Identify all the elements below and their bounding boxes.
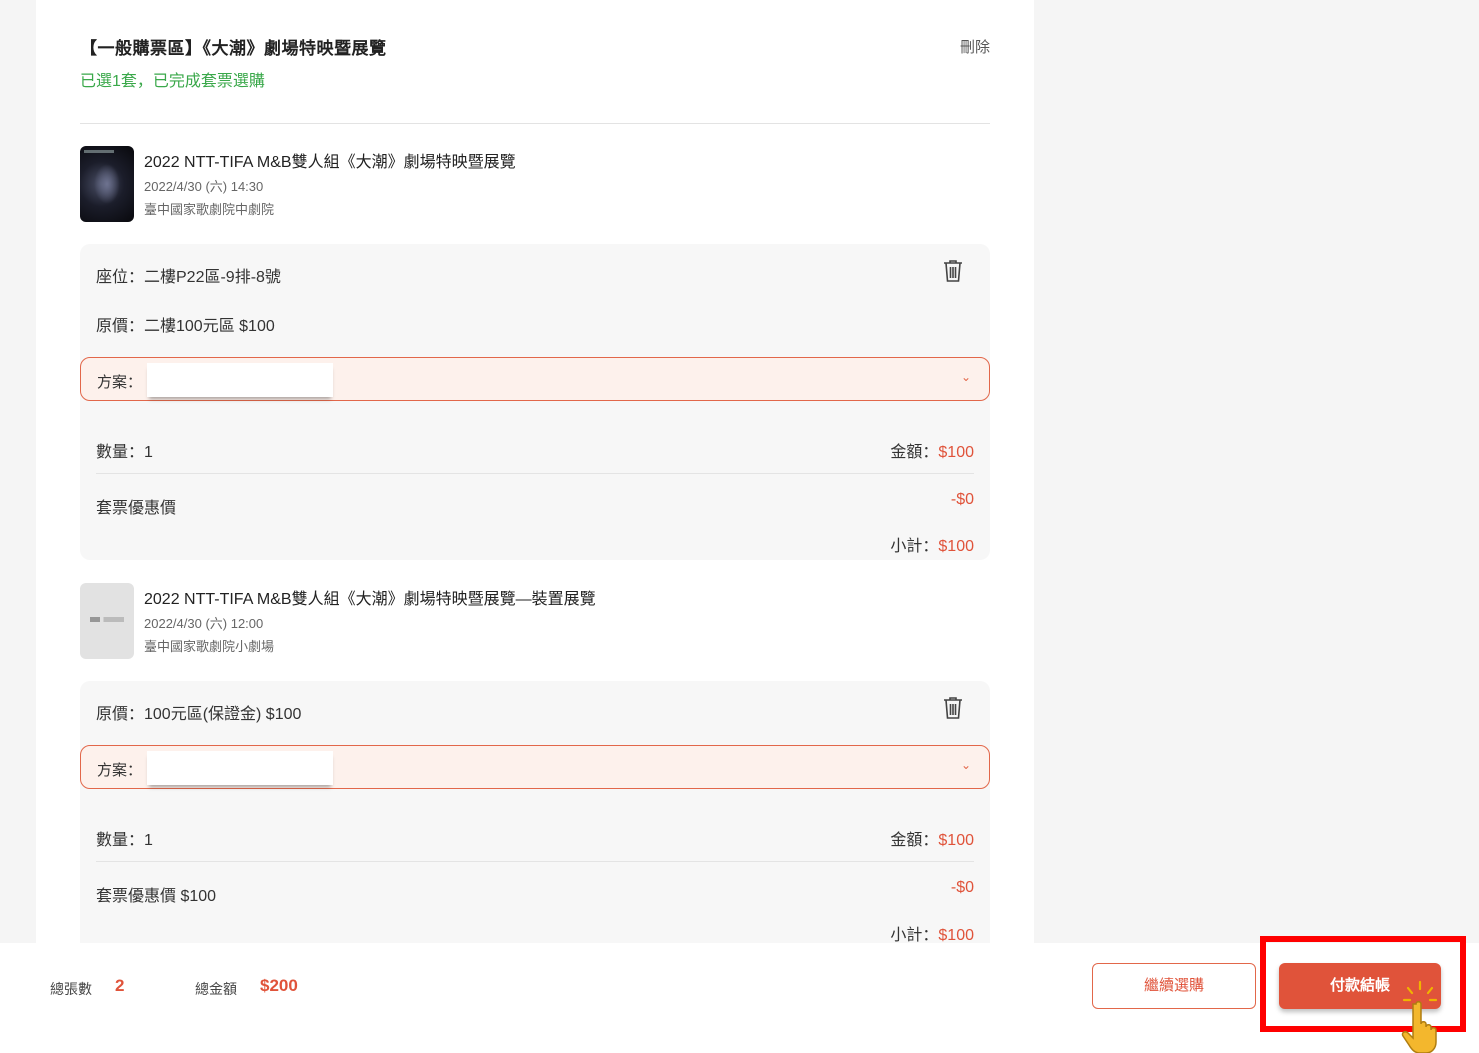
trash-icon[interactable]	[942, 259, 964, 283]
subtotal-value: $100	[938, 538, 974, 555]
event-date: 2022/4/30 (六) 12:00	[144, 616, 264, 631]
subtotal-label: 小計：	[890, 927, 939, 943]
chevron-down-icon: ⌄	[960, 758, 971, 772]
package-header: 【一般購票區】《大潮》劇場特映暨展覽 已選1套，已完成套票選購 刪除	[80, 34, 990, 91]
event-info: 2022 NTT-TIFA M&B雙人組《大潮》劇場特映暨展覽 2022/4/3…	[80, 146, 990, 226]
subtotal-value: $100	[938, 927, 974, 943]
plan-select[interactable]: 方案： ⌄	[80, 745, 990, 789]
divider	[96, 861, 974, 862]
continue-shopping-button[interactable]: 繼續選購	[1092, 963, 1256, 1009]
amount-value: $100	[938, 444, 974, 461]
discount-label: 套票優惠價 $100	[96, 888, 217, 905]
plan-label: 方案：	[97, 762, 143, 779]
subtotal: 小計：$100	[890, 921, 974, 943]
checkout-bar: 總張數 2 總金額 $200 繼續選購 付款結帳	[0, 943, 1479, 1053]
original-price: 原價：100元區(保證金) $100	[96, 706, 302, 723]
event-title: 2022 NTT-TIFA M&B雙人組《大潮》劇場特映暨展覽—裝置展覽	[144, 591, 596, 608]
seat-info: 座位：二樓P22區-9排-8號	[96, 269, 281, 286]
amount-value: $100	[938, 832, 974, 849]
divider	[80, 123, 990, 124]
amount-label: 金額：	[890, 444, 939, 461]
amount: 金額：$100	[890, 826, 974, 850]
plan-value	[147, 363, 333, 397]
subtotal: 小計：$100	[890, 532, 974, 556]
event-poster-image	[80, 583, 134, 659]
divider	[96, 473, 974, 474]
subtotal-label: 小計：	[890, 538, 939, 555]
total-count-value: 2	[115, 976, 125, 995]
plan-value	[147, 751, 333, 785]
plan-label: 方案：	[97, 374, 143, 391]
amount: 金額：$100	[890, 438, 974, 462]
event-venue: 臺中國家歌劇院小劇場	[144, 639, 275, 654]
ticket-detail: 原價：100元區(保證金) $100 方案： ⌄ 數量：1 金額：$100 套票…	[80, 681, 990, 943]
ticket-detail: 座位：二樓P22區-9排-8號 原價：二樓100元區 $100 方案： ⌄ 數量…	[80, 244, 990, 560]
package-status: 已選1套，已完成套票選購	[80, 73, 265, 90]
original-price: 原價：二樓100元區 $100	[96, 318, 275, 335]
discount-value: -$0	[950, 879, 974, 896]
amount-label: 金額：	[890, 832, 939, 849]
event-venue: 臺中國家歌劇院中劇院	[144, 202, 275, 217]
event-title: 2022 NTT-TIFA M&B雙人組《大潮》劇場特映暨展覽	[144, 154, 516, 171]
event-poster-image	[80, 146, 134, 222]
quantity: 數量：1	[96, 832, 153, 849]
quantity: 數量：1	[96, 444, 153, 461]
chevron-down-icon: ⌄	[960, 370, 971, 384]
total-amount-value: $200	[260, 976, 298, 995]
cart-card: 【一般購票區】《大潮》劇場特映暨展覽 已選1套，已完成套票選購 刪除 2022 …	[36, 0, 1034, 943]
trash-icon[interactable]	[942, 696, 964, 720]
plan-select[interactable]: 方案： ⌄	[80, 357, 990, 401]
discount-value: -$0	[950, 491, 974, 508]
total-amount-label: 總金額	[195, 981, 237, 997]
discount-label: 套票優惠價	[96, 500, 177, 517]
pointer-hand-icon	[1401, 980, 1438, 1053]
package-title: 【一般購票區】《大潮》劇場特映暨展覽	[80, 39, 387, 58]
event-date: 2022/4/30 (六) 14:30	[144, 179, 264, 194]
event-info: 2022 NTT-TIFA M&B雙人組《大潮》劇場特映暨展覽—裝置展覽 202…	[80, 583, 990, 663]
total-count-label: 總張數	[50, 981, 92, 997]
delete-package-link[interactable]: 刪除	[960, 36, 990, 57]
